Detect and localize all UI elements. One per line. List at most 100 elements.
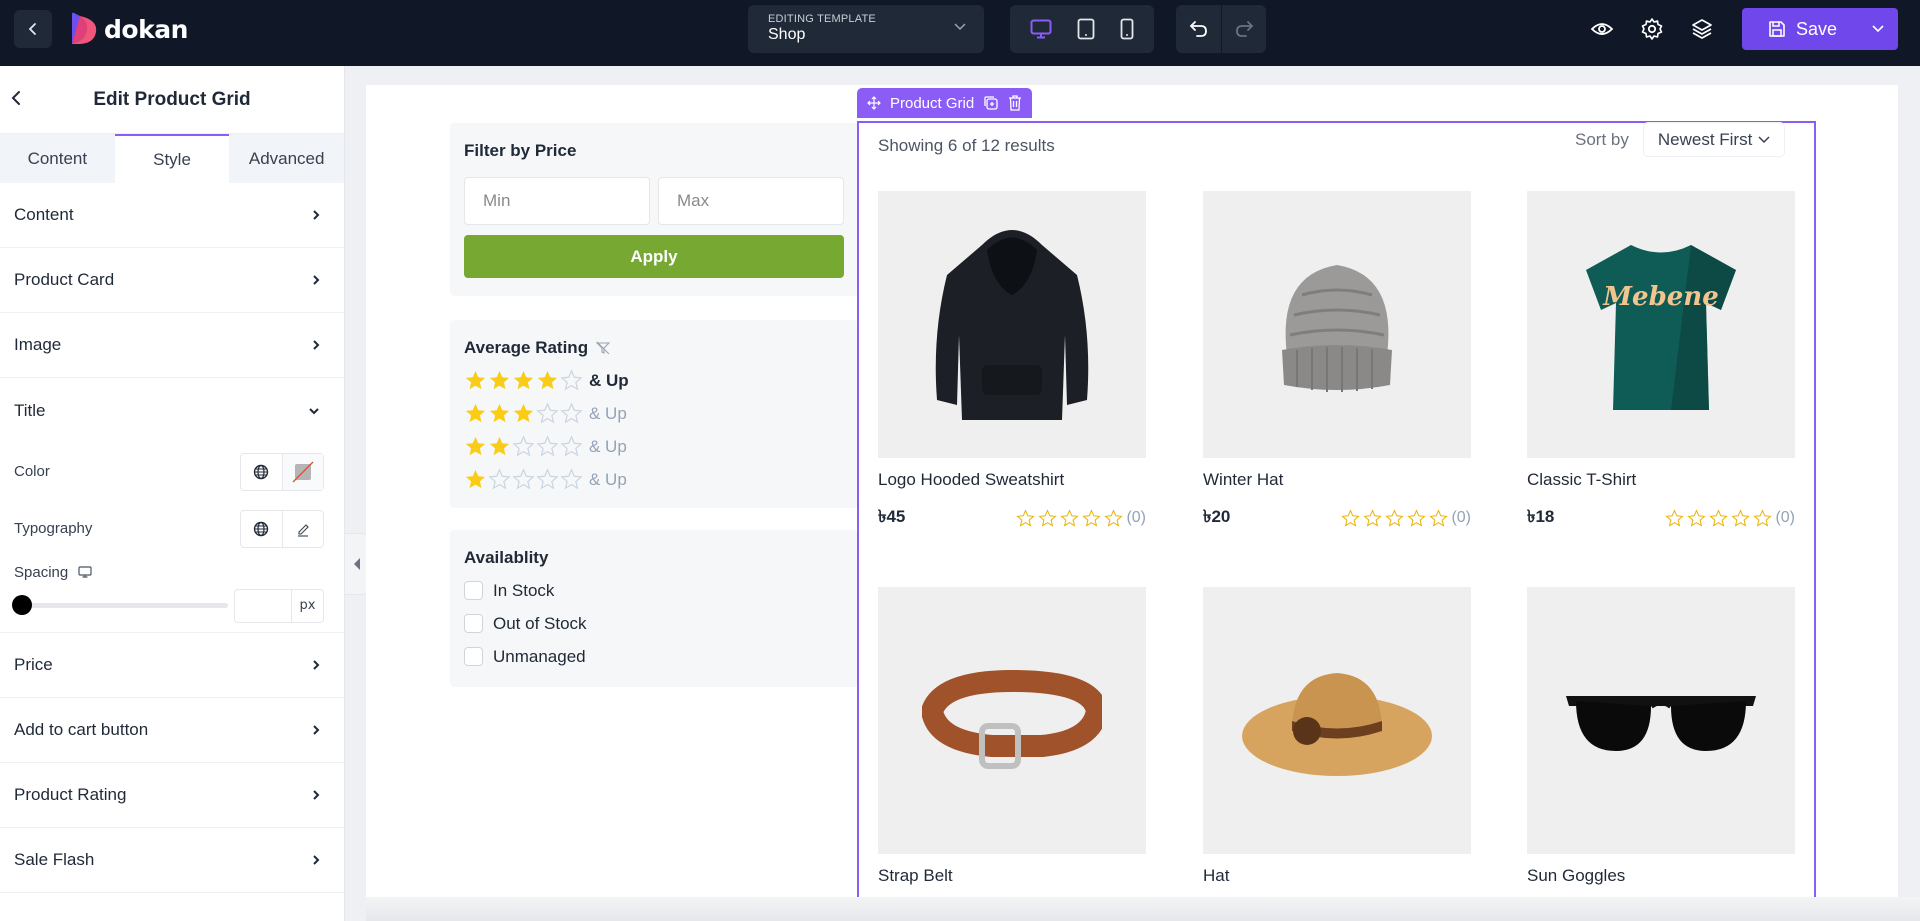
duplicate-icon[interactable]	[983, 95, 999, 111]
product-title[interactable]: Winter Hat	[1203, 470, 1471, 490]
product-meta: ৳18 (0)	[1527, 504, 1795, 532]
rating-option-3-stars[interactable]: & Up	[464, 397, 844, 430]
tab-advanced[interactable]: Advanced	[229, 134, 344, 183]
template-selector[interactable]: EDITING TEMPLATE Shop	[748, 5, 984, 53]
star-empty-icon	[1429, 508, 1449, 527]
back-button[interactable]	[14, 10, 52, 48]
product-card[interactable]: Mebene Classic T-Shirt ৳18 (0)	[1527, 191, 1795, 532]
star-rating	[464, 402, 583, 425]
sort-select[interactable]: Newest First	[1642, 122, 1786, 157]
rating-option-label: & Up	[589, 370, 629, 390]
star-empty-icon	[1665, 508, 1685, 527]
min-price-input[interactable]	[464, 177, 650, 225]
chevron-down-icon	[309, 407, 319, 414]
section-product-card[interactable]: Product Card	[0, 248, 344, 313]
product-image[interactable]: Mebene	[1527, 191, 1795, 458]
redo-button[interactable]	[1221, 5, 1266, 53]
save-options-chevron-icon[interactable]	[1872, 25, 1884, 33]
chevron-right-icon	[313, 725, 320, 735]
trash-icon[interactable]	[1008, 95, 1022, 111]
product-meta: ৳20 (0)	[1203, 504, 1471, 532]
price-filter: Filter by Price Apply	[450, 123, 858, 296]
product-card[interactable]: Winter Hat ৳20 (0)	[1203, 191, 1471, 532]
product-title[interactable]: Classic T-Shirt	[1527, 470, 1795, 490]
chevron-down-icon	[954, 23, 966, 31]
product-title[interactable]: Hat	[1203, 866, 1471, 886]
mobile-icon[interactable]	[1120, 18, 1134, 40]
checkbox[interactable]	[464, 581, 483, 600]
rating-option-label: & Up	[589, 403, 627, 423]
section-label: Content	[14, 205, 74, 224]
rating-option-2-stars[interactable]: & Up	[464, 430, 844, 463]
undo-icon	[1189, 21, 1207, 37]
responsive-desktop-icon[interactable]	[78, 566, 92, 578]
star-empty-icon	[512, 468, 535, 490]
product-card[interactable]: Sun Goggles	[1527, 587, 1795, 886]
section-add-to-cart-button[interactable]: Add to cart button	[0, 698, 344, 763]
settings-gear-icon[interactable]	[1640, 17, 1664, 41]
product-title[interactable]: Logo Hooded Sweatshirt	[878, 470, 1146, 490]
rating-option-4-stars[interactable]: & Up	[464, 364, 844, 397]
section-price[interactable]: Price	[0, 633, 344, 698]
template-value: Shop	[768, 26, 806, 43]
product-image[interactable]	[1527, 587, 1795, 854]
undo-button[interactable]	[1176, 5, 1221, 53]
color-picker-button[interactable]	[281, 453, 323, 490]
section-image[interactable]: Image	[0, 313, 344, 378]
section-content[interactable]: Content	[0, 183, 344, 248]
global-color-button[interactable]	[241, 454, 282, 490]
availability-option-in-stock[interactable]: In Stock	[464, 574, 844, 607]
top-bar: dokan EDITING TEMPLATE Shop Save	[0, 0, 1920, 66]
product-image[interactable]	[878, 587, 1146, 854]
star-rating	[464, 369, 583, 392]
star-empty-icon	[1082, 508, 1102, 527]
layers-icon[interactable]	[1690, 17, 1714, 41]
global-typography-button[interactable]	[241, 511, 282, 547]
move-handle-icon[interactable]	[867, 96, 881, 110]
product-title[interactable]: Sun Goggles	[1527, 866, 1795, 886]
save-button[interactable]: Save	[1742, 19, 1862, 40]
section-product-rating[interactable]: Product Rating	[0, 763, 344, 828]
product-title[interactable]: Strap Belt	[878, 866, 1146, 886]
product-rating: (0)	[1341, 508, 1471, 528]
apply-button[interactable]: Apply	[464, 235, 844, 278]
max-price-input[interactable]	[658, 177, 844, 225]
spacing-slider-thumb[interactable]	[12, 595, 32, 615]
tab-style[interactable]: Style	[114, 134, 230, 183]
star-empty-icon	[560, 435, 583, 457]
product-image[interactable]	[878, 191, 1146, 458]
star-empty-icon	[1363, 508, 1383, 527]
rating-filter: Average Rating & Up & Up & Up & Up	[450, 320, 858, 508]
section-sale-flash[interactable]: Sale Flash	[0, 828, 344, 893]
product-card[interactable]: Logo Hooded Sweatshirt ৳45 (0)	[878, 191, 1146, 532]
color-label: Color	[14, 463, 50, 480]
clear-filter-icon[interactable]	[596, 341, 611, 355]
checkbox[interactable]	[464, 647, 483, 666]
spacing-input[interactable]	[235, 589, 291, 622]
sidebar-back-icon[interactable]	[10, 90, 22, 106]
spacing-unit[interactable]: px	[291, 589, 323, 622]
product-image[interactable]	[1203, 587, 1471, 854]
tab-content[interactable]: Content	[0, 134, 115, 183]
section-title[interactable]: Title	[0, 378, 344, 443]
checkbox[interactable]	[464, 614, 483, 633]
spacing-slider[interactable]	[12, 595, 228, 615]
star-filled-icon	[489, 370, 510, 390]
star-empty-icon	[560, 468, 583, 490]
product-card[interactable]: Strap Belt	[878, 587, 1146, 886]
star-filled-icon	[465, 469, 486, 489]
availability-option-unmanaged[interactable]: Unmanaged	[464, 640, 844, 673]
rating-option-1-stars[interactable]: & Up	[464, 463, 844, 496]
globe-icon	[254, 464, 269, 479]
result-count: Showing 6 of 12 results	[878, 136, 1055, 155]
availability-filter: Availablity In Stock Out of Stock Unmana…	[450, 530, 858, 687]
tablet-icon[interactable]	[1077, 18, 1095, 40]
product-card[interactable]: Hat	[1203, 587, 1471, 886]
spacing-control: px	[0, 587, 344, 633]
desktop-icon[interactable]	[1030, 19, 1052, 39]
product-image[interactable]	[1203, 191, 1471, 458]
availability-option-out-of-stock[interactable]: Out of Stock	[464, 607, 844, 640]
edit-typography-button[interactable]	[281, 510, 323, 547]
star-empty-icon	[1753, 508, 1773, 527]
preview-eye-icon[interactable]	[1590, 17, 1614, 41]
